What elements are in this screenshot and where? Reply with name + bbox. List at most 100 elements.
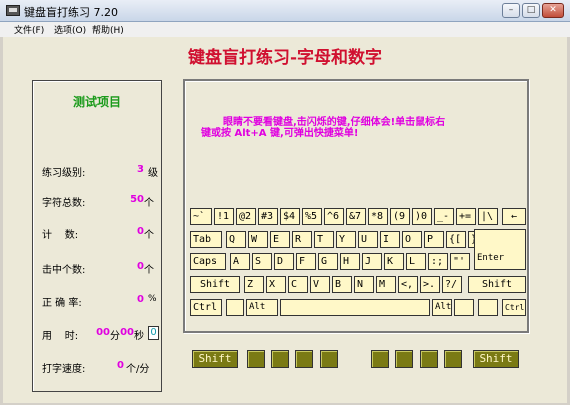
maximize-button[interactable]: □ [522, 3, 540, 18]
stat-level-unit: 级 [148, 168, 158, 179]
key-5[interactable]: %5 [302, 208, 322, 225]
key-9[interactable]: (9 [390, 208, 410, 225]
main-area: 键盘盲打练习-字母和数字 测试项目 练习级别: 3 级 字符总数: 50 个 计… [3, 37, 567, 403]
key-8[interactable]: *8 [368, 208, 388, 225]
stat-accuracy-value: 0 [137, 294, 144, 305]
key-v[interactable]: V [310, 276, 330, 293]
stat-time-sec-unit: 秒 [134, 331, 144, 342]
key-g[interactable]: G [318, 253, 338, 270]
stat-time-min-unit: 分 [110, 331, 120, 342]
finger-left-index [320, 350, 338, 368]
key-h[interactable]: H [340, 253, 360, 270]
key-equals[interactable]: += [456, 208, 476, 225]
key-d[interactable]: D [274, 253, 294, 270]
key-0[interactable]: )0 [412, 208, 432, 225]
key-4[interactable]: $4 [280, 208, 300, 225]
key-i[interactable]: I [380, 231, 400, 248]
key-left-alt[interactable]: Alt [246, 299, 278, 316]
key-p[interactable]: P [424, 231, 444, 248]
stat-time-label: 用 时: [42, 331, 79, 342]
key-left-ctrl[interactable]: Ctrl [190, 299, 222, 316]
stat-hits: 击中个数: 0 个 [42, 261, 160, 276]
key-7[interactable]: &7 [346, 208, 366, 225]
key-space[interactable] [280, 299, 430, 316]
key-l[interactable]: L [406, 253, 426, 270]
app-keyboard-icon [6, 5, 20, 16]
title-bar: 键盘盲打练习 7.20 – □ ✕ [0, 0, 570, 22]
key-right-ctrl[interactable]: Ctrl [502, 299, 526, 316]
stat-level: 练习级别: 3 级 [42, 164, 160, 179]
stat-total-label: 字符总数: [42, 198, 86, 209]
stat-time-minutes: 00 [96, 327, 110, 338]
stat-speed-unit: 个/分 [126, 364, 150, 375]
menu-options[interactable]: 选项(O) [54, 23, 86, 36]
stat-time-box: 0 [148, 326, 159, 340]
key-backspace[interactable]: ← [502, 208, 526, 225]
key-lbracket[interactable]: {[ [446, 231, 466, 248]
key-enter[interactable]: Enter [474, 229, 526, 270]
page-title: 键盘盲打练习-字母和数字 [187, 48, 383, 68]
key-right-win[interactable] [454, 299, 474, 316]
key-y[interactable]: Y [336, 231, 356, 248]
key-6[interactable]: ^6 [324, 208, 344, 225]
instruction-line2: 键或按 Alt+A 键,可弹出快捷菜单! [201, 128, 359, 139]
key-caps[interactable]: Caps [190, 253, 226, 270]
key-tab[interactable]: Tab [190, 231, 222, 248]
key-backslash[interactable]: |\ [478, 208, 498, 225]
finger-right-shift: Shift [473, 350, 519, 368]
key-w[interactable]: W [248, 231, 268, 248]
minimize-button[interactable]: – [502, 3, 520, 18]
key-2[interactable]: @2 [236, 208, 256, 225]
key-a[interactable]: A [230, 253, 250, 270]
key-left-win[interactable] [226, 299, 244, 316]
key-j[interactable]: J [362, 253, 382, 270]
stat-level-label: 练习级别: [42, 168, 86, 179]
stat-time: 用 时: 00 分 00 秒 0 [42, 326, 160, 342]
key-z[interactable]: Z [244, 276, 264, 293]
key-s[interactable]: S [252, 253, 272, 270]
key-e[interactable]: E [270, 231, 290, 248]
key-n[interactable]: N [354, 276, 374, 293]
key-c[interactable]: C [288, 276, 308, 293]
key-comma[interactable]: <, [398, 276, 418, 293]
finger-right-middle [395, 350, 413, 368]
close-button[interactable]: ✕ [542, 3, 564, 18]
key-semicolon[interactable]: :; [428, 253, 448, 270]
menu-help[interactable]: 帮助(H) [92, 23, 124, 36]
finger-left-pinky [247, 350, 265, 368]
menu-bar: 文件(F) 选项(O) 帮助(H) [0, 22, 570, 37]
key-x[interactable]: X [266, 276, 286, 293]
key-quote[interactable]: "' [450, 253, 470, 270]
key-u[interactable]: U [358, 231, 378, 248]
instruction-text: 眼睛不要看键盘,击闪烁的键,仔细体会!单击鼠标右 键或按 Alt+A 键,可弹出… [201, 117, 521, 139]
finger-right-ring [420, 350, 438, 368]
key-slash[interactable]: ?/ [442, 276, 462, 293]
stat-level-value: 3 [137, 164, 144, 175]
stat-time-seconds: 00 [120, 327, 134, 338]
key-m[interactable]: M [376, 276, 396, 293]
key-b[interactable]: B [332, 276, 352, 293]
key-left-shift[interactable]: Shift [190, 276, 240, 293]
key-k[interactable]: K [384, 253, 404, 270]
key-right-shift[interactable]: Shift [468, 276, 526, 293]
key-1[interactable]: !1 [214, 208, 234, 225]
key-t[interactable]: T [314, 231, 334, 248]
key-minus[interactable]: _- [434, 208, 454, 225]
stat-total-value: 50 [130, 194, 144, 205]
key-r[interactable]: R [292, 231, 312, 248]
stat-count-label: 计 数: [42, 230, 79, 241]
key-period[interactable]: >. [420, 276, 440, 293]
key-f[interactable]: F [296, 253, 316, 270]
key-backtick[interactable]: ~` [190, 208, 212, 225]
finger-left-ring [271, 350, 289, 368]
key-o[interactable]: O [402, 231, 422, 248]
key-q[interactable]: Q [226, 231, 246, 248]
key-menu[interactable] [478, 299, 498, 316]
keyboard-panel: 眼睛不要看键盘,击闪烁的键,仔细体会!单击鼠标右 键或按 Alt+A 键,可弹出… [183, 79, 529, 333]
key-right-alt[interactable]: Alt [432, 299, 452, 316]
stat-accuracy-label: 正 确 率: [42, 298, 82, 309]
finger-right-index [371, 350, 389, 368]
finger-left-middle [295, 350, 313, 368]
key-3[interactable]: #3 [258, 208, 278, 225]
menu-file[interactable]: 文件(F) [14, 23, 44, 36]
